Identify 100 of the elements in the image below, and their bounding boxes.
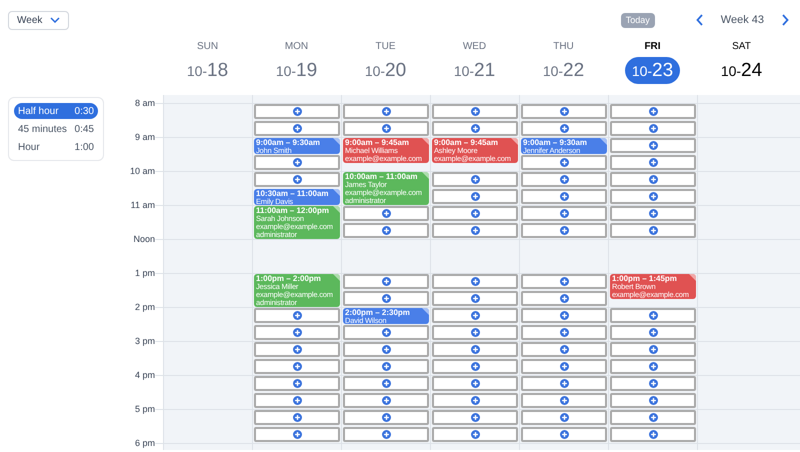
- add-icon: [382, 124, 390, 133]
- add-slot-button[interactable]: [343, 104, 429, 119]
- day-date[interactable]: 10-19: [268, 57, 324, 84]
- add-icon: [648, 345, 658, 354]
- day-name: TUE: [376, 41, 396, 53]
- day-date[interactable]: 10-22: [536, 57, 592, 84]
- add-slot-button[interactable]: [521, 325, 607, 340]
- add-slot-button[interactable]: [432, 325, 518, 340]
- add-slot-button[interactable]: [254, 104, 340, 119]
- add-slot-button[interactable]: [343, 121, 429, 136]
- day-date[interactable]: 10-21: [446, 57, 502, 84]
- add-slot-button[interactable]: [254, 342, 340, 357]
- add-slot-button[interactable]: [254, 393, 340, 408]
- add-slot-button[interactable]: [521, 291, 607, 306]
- add-slot-button[interactable]: [343, 342, 429, 357]
- add-slot-button[interactable]: [254, 359, 340, 374]
- add-slot-button[interactable]: [254, 121, 340, 136]
- add-icon: [648, 311, 658, 320]
- add-slot-button[interactable]: [610, 359, 696, 374]
- add-slot-button[interactable]: [343, 376, 429, 391]
- time-label: 1 pm: [134, 267, 155, 279]
- add-slot-button[interactable]: [254, 325, 340, 340]
- add-slot-button[interactable]: [254, 308, 340, 323]
- add-slot-button[interactable]: [521, 223, 607, 238]
- day-date[interactable]: 10-18: [180, 57, 236, 84]
- add-slot-button[interactable]: [432, 189, 518, 204]
- add-slot-button[interactable]: [610, 172, 696, 187]
- add-slot-button[interactable]: [521, 274, 607, 289]
- time-label: 6 pm: [134, 437, 155, 449]
- add-slot-button[interactable]: [610, 155, 696, 170]
- add-slot-button[interactable]: [432, 104, 518, 119]
- add-slot-button[interactable]: [254, 155, 340, 170]
- add-icon: [292, 158, 302, 167]
- add-slot-button[interactable]: [343, 223, 429, 238]
- add-icon: [560, 226, 568, 235]
- add-slot-button[interactable]: [432, 291, 518, 306]
- add-slot-button[interactable]: [343, 359, 429, 374]
- view-dropdown[interactable]: Week: [8, 10, 70, 30]
- add-icon: [292, 345, 302, 354]
- add-slot-button[interactable]: [610, 325, 696, 340]
- add-slot-button[interactable]: [610, 121, 696, 136]
- add-slot-button[interactable]: [254, 172, 340, 187]
- day-name: SUN: [196, 41, 218, 53]
- add-slot-button[interactable]: [432, 223, 518, 238]
- add-slot-button[interactable]: [610, 104, 696, 119]
- add-slot-button[interactable]: [610, 308, 696, 323]
- add-slot-button[interactable]: [343, 410, 429, 425]
- add-slot-button[interactable]: [254, 376, 340, 391]
- add-slot-button[interactable]: [432, 274, 518, 289]
- duration-option[interactable]: Hour 1:00: [14, 139, 98, 155]
- add-slot-button[interactable]: [521, 155, 607, 170]
- day-date[interactable]: 10-20: [358, 57, 414, 84]
- add-slot-button[interactable]: [610, 376, 696, 391]
- add-slot-button[interactable]: [432, 427, 518, 442]
- add-slot-button[interactable]: [432, 342, 518, 357]
- add-slot-button[interactable]: [521, 359, 607, 374]
- add-icon: [560, 311, 568, 320]
- add-slot-button[interactable]: [432, 359, 518, 374]
- add-slot-button[interactable]: [254, 427, 340, 442]
- add-slot-button[interactable]: [432, 308, 518, 323]
- today-button[interactable]: Today: [620, 12, 655, 28]
- event-time: 2:00pm – 2:30pm: [345, 308, 411, 316]
- add-slot-button[interactable]: [432, 121, 518, 136]
- add-slot-button[interactable]: [432, 206, 518, 221]
- add-slot-button[interactable]: [521, 206, 607, 221]
- add-slot-button[interactable]: [610, 189, 696, 204]
- day-date[interactable]: 10-24: [714, 57, 770, 84]
- add-slot-button[interactable]: [254, 410, 340, 425]
- add-slot-button[interactable]: [521, 121, 607, 136]
- add-slot-button[interactable]: [343, 427, 429, 442]
- add-slot-button[interactable]: [610, 342, 696, 357]
- add-slot-button[interactable]: [521, 393, 607, 408]
- add-slot-button[interactable]: [343, 206, 429, 221]
- day-date[interactable]: 10-23: [624, 57, 680, 84]
- add-icon: [560, 124, 568, 133]
- add-slot-button[interactable]: [521, 427, 607, 442]
- add-slot-button[interactable]: [610, 410, 696, 425]
- add-slot-button[interactable]: [610, 138, 696, 153]
- add-slot-button[interactable]: [343, 274, 429, 289]
- add-slot-button[interactable]: [343, 325, 429, 340]
- add-slot-button[interactable]: [521, 410, 607, 425]
- add-icon: [648, 396, 658, 405]
- add-slot-button[interactable]: [610, 393, 696, 408]
- add-slot-button[interactable]: [521, 189, 607, 204]
- add-slot-button[interactable]: [343, 393, 429, 408]
- add-slot-button[interactable]: [610, 223, 696, 238]
- add-slot-button[interactable]: [432, 410, 518, 425]
- add-slot-button[interactable]: [432, 172, 518, 187]
- add-slot-button[interactable]: [610, 206, 696, 221]
- add-slot-button[interactable]: [432, 393, 518, 408]
- add-slot-button[interactable]: [343, 291, 429, 306]
- add-slot-button[interactable]: [432, 376, 518, 391]
- add-slot-button[interactable]: [610, 427, 696, 442]
- duration-option[interactable]: 45 minutes 0:45: [14, 121, 98, 137]
- add-slot-button[interactable]: [521, 104, 607, 119]
- add-slot-button[interactable]: [521, 342, 607, 357]
- duration-option[interactable]: Half hour 0:30: [14, 103, 98, 119]
- add-slot-button[interactable]: [521, 376, 607, 391]
- add-slot-button[interactable]: [521, 308, 607, 323]
- add-slot-button[interactable]: [521, 172, 607, 187]
